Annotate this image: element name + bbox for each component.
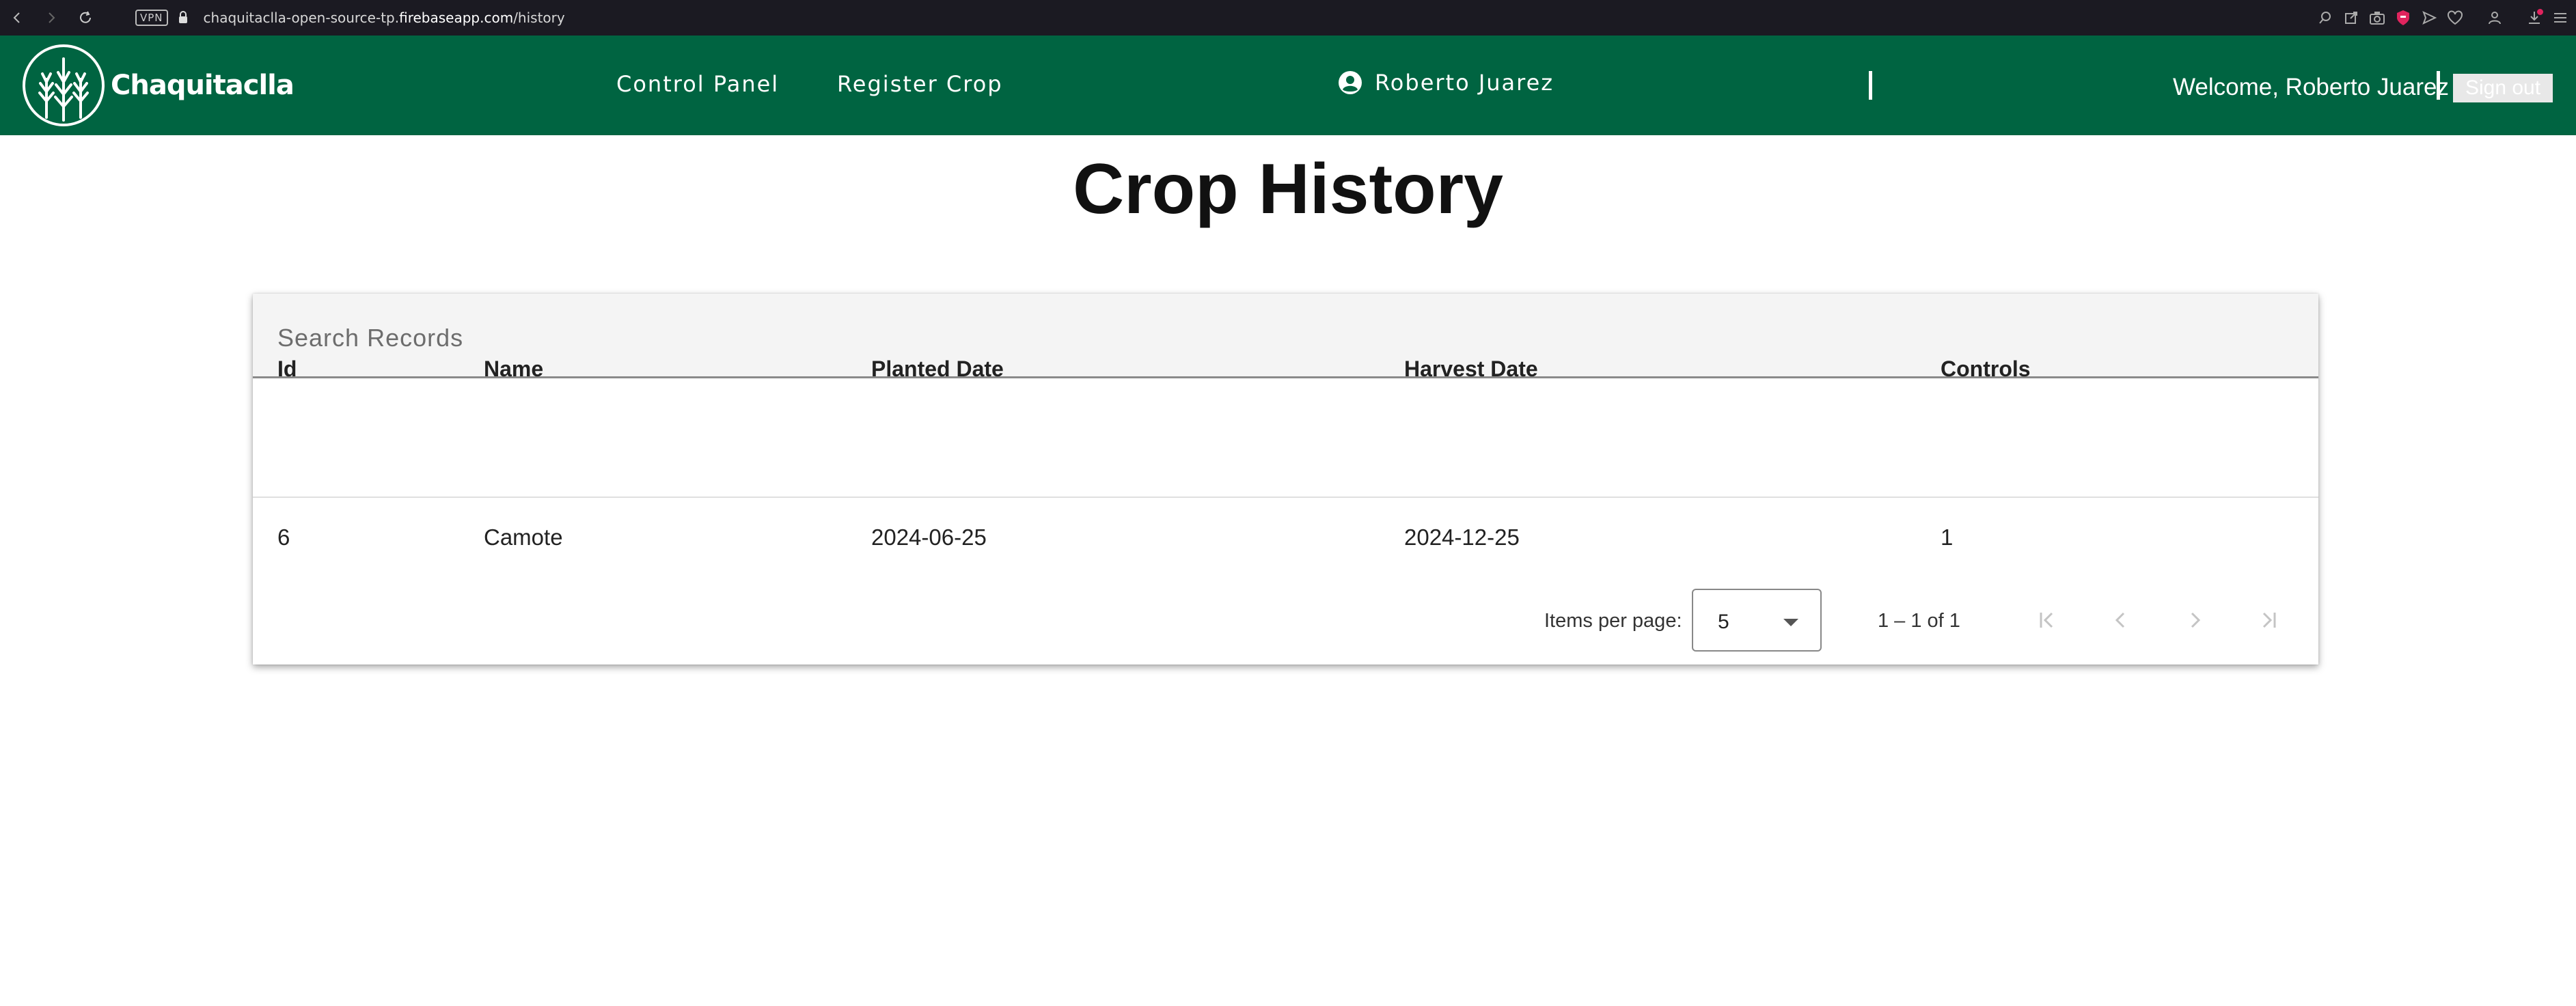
notification-dot	[2537, 9, 2543, 15]
history-table-card	[253, 294, 2318, 665]
url-host: firebaseapp.com	[399, 10, 514, 26]
send-icon[interactable]	[2420, 9, 2438, 27]
header-divider	[1869, 71, 1872, 100]
cell-controls: 1	[1941, 525, 1954, 550]
forward-icon[interactable]	[41, 8, 61, 28]
profile-icon[interactable]	[2486, 9, 2504, 27]
browser-toolbar: VPN chaquitaclla-open-source-tp.firebase…	[0, 0, 2576, 36]
share-icon[interactable]	[2342, 9, 2360, 27]
dropdown-arrow-icon	[1783, 619, 1798, 626]
page-size-value: 5	[1718, 611, 1729, 633]
column-header-id[interactable]: Id	[277, 357, 297, 382]
column-header-name[interactable]: Name	[484, 357, 543, 382]
column-header-planted-date[interactable]: Planted Date	[871, 357, 1004, 382]
reload-icon[interactable]	[75, 8, 96, 28]
nav-register-crop[interactable]: Register Crop	[837, 71, 1003, 97]
vpn-badge[interactable]: VPN	[135, 10, 168, 26]
download-icon[interactable]	[2525, 9, 2543, 27]
nav-control-panel[interactable]: Control Panel	[616, 71, 779, 97]
brand-name[interactable]: Chaquitaclla	[111, 70, 294, 101]
first-page-icon[interactable]	[2027, 600, 2068, 641]
column-header-controls[interactable]: Controls	[1941, 357, 2031, 382]
header-row-divider	[253, 497, 2318, 498]
header-divider	[2437, 71, 2440, 100]
sign-out-button[interactable]: Sign out	[2453, 74, 2553, 102]
url-path: /history	[513, 10, 565, 26]
separator-icon	[2472, 9, 2478, 27]
camera-icon[interactable]	[2368, 9, 2386, 27]
heart-icon[interactable]	[2446, 9, 2464, 27]
zoom-icon[interactable]	[2316, 9, 2334, 27]
lock-icon[interactable]	[178, 10, 193, 26]
user-profile-link[interactable]: Roberto Juarez	[1338, 70, 1554, 96]
page-size-select[interactable]: 5	[1692, 589, 1822, 652]
separator-icon	[2512, 9, 2517, 27]
account-circle-icon	[1339, 71, 1362, 94]
next-page-icon[interactable]	[2174, 600, 2215, 641]
search-input[interactable]	[277, 321, 2259, 355]
shield-icon[interactable]	[2394, 9, 2412, 27]
last-page-icon[interactable]	[2248, 600, 2289, 641]
page-title: Crop History	[1073, 150, 1503, 229]
items-per-page-label: Items per page:	[1544, 610, 1682, 632]
cell-name: Camote	[484, 525, 563, 550]
address-bar[interactable]: chaquitaclla-open-source-tp.firebaseapp.…	[204, 10, 565, 26]
app-header: Chaquitaclla Control Panel Register Crop…	[0, 36, 2576, 135]
column-header-harvest-date[interactable]: Harvest Date	[1404, 357, 1538, 382]
wheat-logo-icon[interactable]	[22, 44, 105, 127]
menu-icon[interactable]	[2551, 9, 2569, 27]
cell-id: 6	[277, 525, 290, 550]
page-range-label: 1 – 1 of 1	[1878, 610, 1960, 632]
user-name: Roberto Juarez	[1375, 70, 1554, 96]
url-prefix: chaquitaclla-open-source-tp.	[203, 10, 400, 26]
back-icon[interactable]	[7, 8, 27, 28]
cell-planted-date: 2024-06-25	[871, 525, 987, 550]
browser-actions	[2316, 0, 2569, 36]
cell-harvest-date: 2024-12-25	[1404, 525, 1520, 550]
welcome-text: Welcome, Roberto Juarez	[2173, 74, 2449, 100]
previous-page-icon[interactable]	[2100, 600, 2141, 641]
